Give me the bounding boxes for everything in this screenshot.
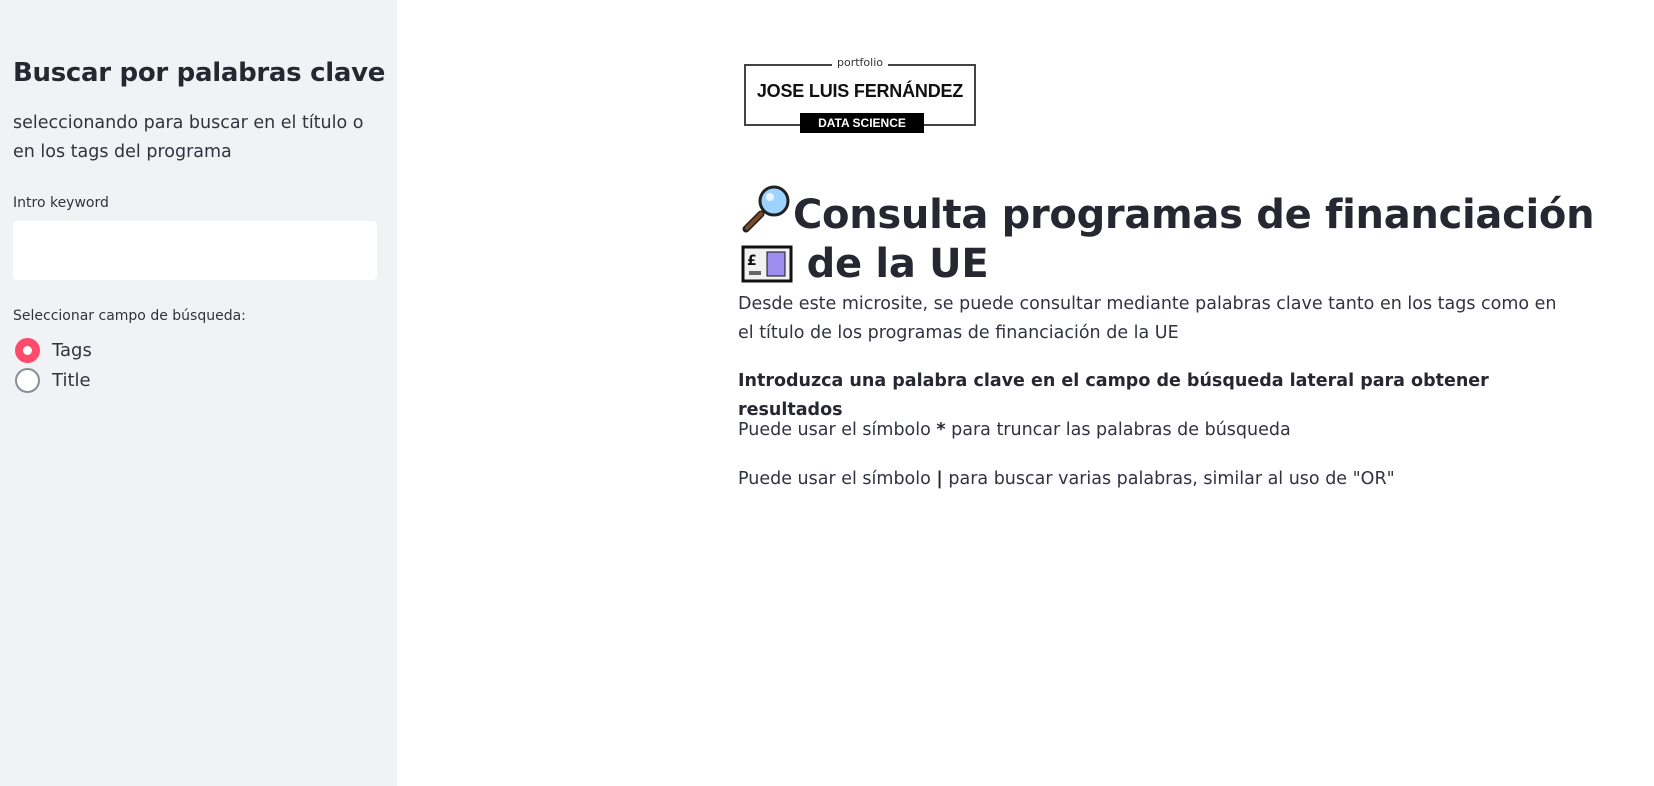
- radio-option-tags[interactable]: Tags: [15, 338, 92, 363]
- radio-checked-icon[interactable]: [15, 338, 40, 363]
- pound-banknote-icon: £: [741, 245, 793, 292]
- search-field-label: Seleccionar campo de búsqueda:: [13, 308, 246, 324]
- keyword-input[interactable]: [13, 221, 377, 280]
- sidebar: Buscar por palabras clave seleccionando …: [0, 0, 397, 786]
- sidebar-description: seleccionando para buscar en el título o…: [13, 113, 364, 162]
- tip-or-before: Puede usar el símbolo: [738, 469, 937, 489]
- logo-name: JOSE LUIS FERNÁNDEZ: [756, 81, 964, 101]
- tip-truncate-symbol: *: [936, 420, 946, 440]
- tip-truncate-before: Puede usar el símbolo: [738, 420, 937, 440]
- magnifying-glass-icon: [741, 184, 793, 243]
- portfolio-logo: portfolio JOSE LUIS FERNÁNDEZ DATA SCIEN…: [744, 56, 976, 136]
- radio-unchecked-icon[interactable]: [15, 368, 40, 393]
- svg-text:£: £: [747, 253, 756, 269]
- tip-or: Puede usar el símbolo | para buscar vari…: [738, 465, 1568, 494]
- radio-option-title[interactable]: Title: [15, 368, 91, 393]
- intro-text: Desde este microsite, se puede consultar…: [738, 294, 1557, 343]
- logo-tag: DATA SCIENCE: [800, 113, 924, 133]
- tip-or-after: para buscar varias palabras, similar al …: [942, 469, 1395, 489]
- keyword-label: Intro keyword: [13, 195, 109, 211]
- logo-portfolio-text: portfolio: [744, 56, 976, 69]
- page-title-line1: Consulta programas de financiación: [793, 192, 1595, 238]
- tip-truncate: Puede usar el símbolo * para truncar las…: [738, 416, 1568, 445]
- page-title-line2: de la UE: [806, 241, 989, 287]
- radio-label-tags: Tags: [52, 340, 92, 361]
- radio-label-title: Title: [52, 370, 91, 391]
- logo-portfolio-label: portfolio: [832, 56, 888, 69]
- main-content: portfolio JOSE LUIS FERNÁNDEZ DATA SCIEN…: [397, 0, 1654, 786]
- sidebar-title: Buscar por palabras clave: [13, 58, 386, 88]
- tip-truncate-after: para truncar las palabras de búsqueda: [945, 420, 1291, 440]
- page-title: Consulta programas de financiación £ de …: [741, 184, 1601, 292]
